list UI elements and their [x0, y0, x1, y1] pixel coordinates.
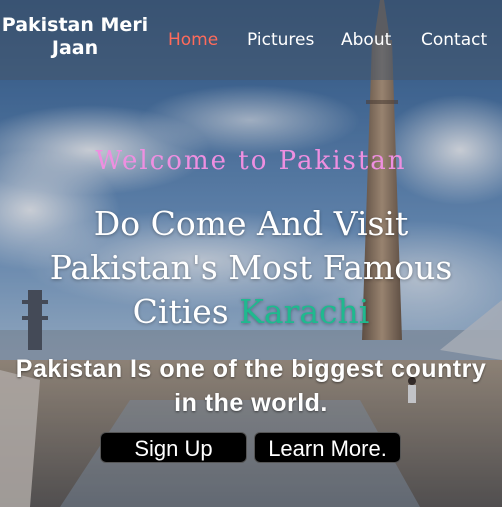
welcome-heading: Welcome to Pakistan: [95, 146, 407, 176]
brand-line-1: Pakistan Meri: [1, 14, 149, 36]
nav-link-home[interactable]: Home: [168, 30, 218, 50]
brand-line-2: Jaan: [51, 37, 99, 59]
brand-logo[interactable]: Pakistan Meri Jaan: [0, 14, 150, 60]
nav-link-about[interactable]: About: [341, 30, 391, 50]
headline-line-2: Pakistan's Most Famous: [49, 248, 453, 287]
headline-line-3: Cities Karachi: [0, 290, 502, 334]
tagline-line-2: in the world.: [174, 389, 328, 417]
headline-line-1: Do Come And Visit: [93, 204, 409, 243]
tagline-line-1: Pakistan Is one of the biggest country: [15, 355, 487, 383]
hero-tagline: Pakistan Is one of the biggest country i…: [0, 352, 502, 420]
learn-more-button[interactable]: Learn More.: [254, 432, 401, 463]
headline-city-name: Karachi: [239, 292, 370, 331]
navbar: Pakistan Meri Jaan Home Pictures About C…: [0, 0, 502, 80]
headline-cities-word: Cities: [132, 292, 229, 331]
sign-up-button[interactable]: Sign Up: [100, 432, 247, 463]
nav-link-contact[interactable]: Contact: [421, 30, 487, 50]
hero-headline: Do Come And Visit Pakistan's Most Famous…: [0, 202, 502, 334]
nav-link-pictures[interactable]: Pictures: [247, 30, 314, 50]
